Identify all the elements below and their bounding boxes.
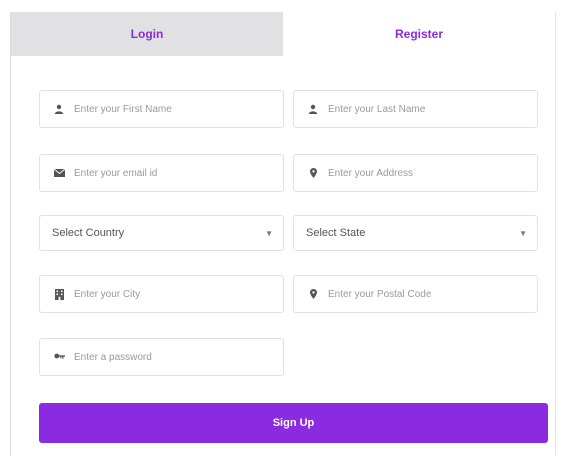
postal-code-input[interactable] bbox=[328, 288, 508, 300]
sign-up-button[interactable]: Sign Up bbox=[39, 403, 548, 443]
country-select-value: Select Country bbox=[52, 227, 125, 239]
address-input[interactable] bbox=[328, 167, 508, 179]
map-marker-icon bbox=[306, 168, 320, 178]
tab-register[interactable]: Register bbox=[283, 12, 555, 56]
postal-code-field[interactable] bbox=[293, 275, 538, 313]
last-name-input[interactable] bbox=[328, 103, 508, 115]
user-icon bbox=[306, 104, 320, 114]
state-select[interactable]: Select State ▼ bbox=[293, 215, 538, 251]
register-card: Login Register Select Country ▼ Select S… bbox=[10, 12, 556, 456]
envelope-icon bbox=[52, 169, 66, 177]
password-input[interactable] bbox=[74, 351, 254, 363]
email-input[interactable] bbox=[74, 167, 254, 179]
password-field[interactable] bbox=[39, 338, 284, 376]
map-marker-icon bbox=[306, 289, 320, 299]
building-icon bbox=[52, 288, 66, 300]
last-name-field[interactable] bbox=[293, 90, 538, 128]
country-select[interactable]: Select Country ▼ bbox=[39, 215, 284, 251]
tab-login[interactable]: Login bbox=[11, 12, 283, 56]
first-name-input[interactable] bbox=[74, 103, 254, 115]
email-field[interactable] bbox=[39, 154, 284, 192]
address-field[interactable] bbox=[293, 154, 538, 192]
city-field[interactable] bbox=[39, 275, 284, 313]
city-input[interactable] bbox=[74, 288, 254, 300]
auth-tabs: Login Register bbox=[11, 12, 555, 56]
user-icon bbox=[52, 104, 66, 114]
first-name-field[interactable] bbox=[39, 90, 284, 128]
caret-down-icon: ▼ bbox=[265, 228, 273, 238]
caret-down-icon: ▼ bbox=[519, 228, 527, 238]
state-select-value: Select State bbox=[306, 227, 366, 239]
key-icon bbox=[52, 353, 66, 362]
